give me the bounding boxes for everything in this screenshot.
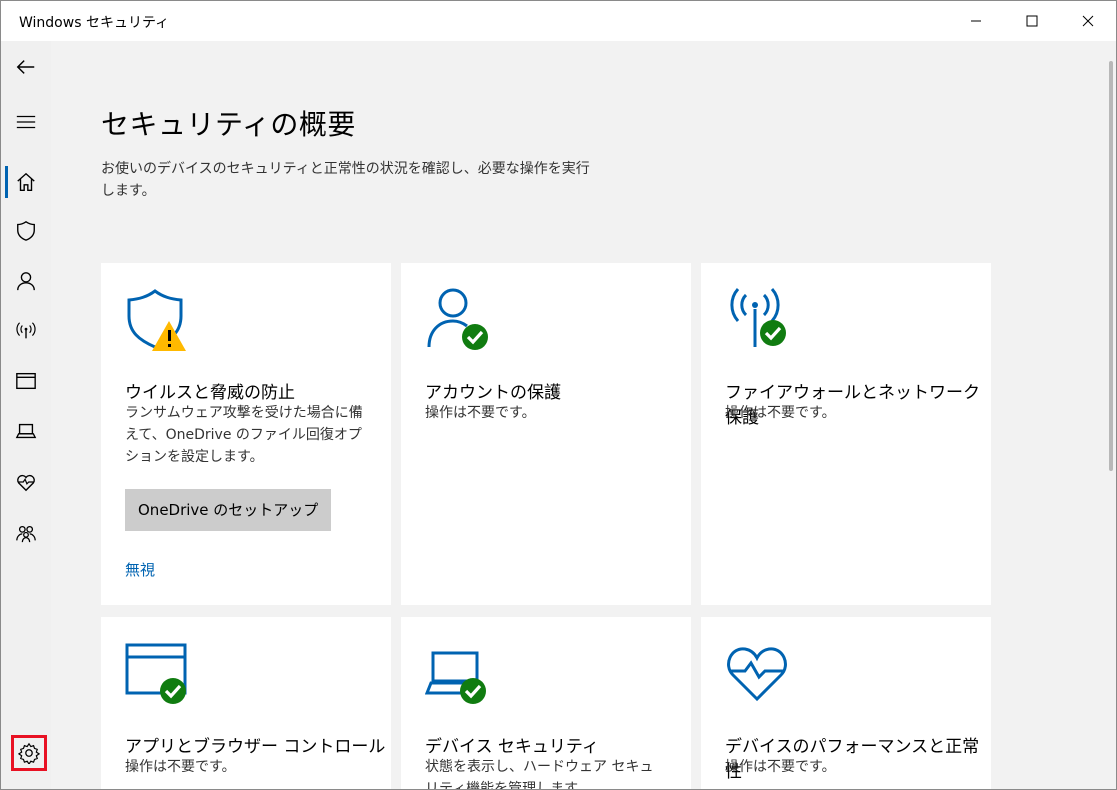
tile-app-browser[interactable]: アプリとブラウザー コントロール 操作は不要です。: [101, 617, 391, 789]
tile-title: アカウントの保護: [425, 383, 561, 403]
home-icon: [17, 172, 35, 191]
title-bar: Windows セキュリティ: [1, 1, 1116, 41]
main-content: セキュリティの概要 お使いのデバイスのセキュリティと正常性の状況を確認し、必要な…: [51, 41, 1106, 789]
settings-button[interactable]: [11, 735, 47, 771]
maximize-button[interactable]: [1004, 1, 1060, 41]
tile-device-security[interactable]: デバイス セキュリティ 状態を表示し、ハードウェア セキュリティ機能を管理します…: [401, 617, 691, 789]
back-icon: [16, 60, 35, 74]
tile-device-health[interactable]: デバイスのパフォーマンスと正常性 操作は不要です。: [701, 617, 991, 789]
minimize-icon: [971, 20, 981, 22]
nav-app-browser[interactable]: [8, 363, 44, 399]
tile-text: 操作は不要です。: [125, 759, 236, 775]
nav-device-health[interactable]: [8, 464, 44, 500]
tile-text: 操作は不要です。: [725, 759, 836, 775]
family-icon: [16, 525, 36, 543]
shield-icon: [17, 221, 35, 241]
tile-title: デバイス セキュリティ: [425, 737, 599, 757]
page-title: セキュリティの概要: [101, 108, 356, 141]
window-title: Windows セキュリティ: [19, 15, 170, 31]
laptop-icon: [15, 423, 37, 439]
tile-text: 状態を表示し、ハードウェア セキュリティ機能を管理します。: [425, 759, 654, 789]
close-button[interactable]: [1060, 1, 1116, 41]
nav-family-options[interactable]: [8, 515, 44, 551]
tile-text: ランサムウェア攻撃を受けた場合に備えて、OneDrive のファイル回復オプショ…: [125, 405, 363, 465]
page-description: お使いのデバイスのセキュリティと正常性の状況を確認し、必要な操作を実行します。: [101, 161, 590, 199]
close-icon: [1082, 15, 1094, 27]
app-browser-check-icon: [125, 643, 187, 704]
shield-warning-icon: [127, 289, 186, 351]
account-check-icon: [427, 288, 488, 350]
scrollbar-thumb[interactable]: [1109, 61, 1113, 471]
gear-icon: [18, 742, 40, 764]
sidebar: [1, 41, 51, 789]
network-icon: [16, 322, 36, 339]
tile-title: アプリとブラウザー コントロール: [125, 737, 386, 757]
laptop-check-icon: [425, 651, 486, 704]
app-window: Windows セキュリティ セキュリティの概要 お使いのデバイスのセキュリティ…: [0, 0, 1117, 790]
tile-text: 操作は不要です。: [425, 405, 536, 421]
nav-firewall[interactable]: [8, 313, 44, 349]
nav-account-protection[interactable]: [8, 263, 44, 299]
minimize-button[interactable]: [948, 1, 1004, 41]
network-check-icon: [730, 288, 786, 347]
account-icon: [17, 272, 35, 291]
vertical-scrollbar[interactable]: [1106, 41, 1116, 789]
app-browser-icon: [16, 372, 36, 390]
heart-pulse-icon: [727, 647, 787, 702]
tile-title: ウイルスと脅威の防止: [125, 383, 295, 403]
menu-icon: [16, 115, 36, 129]
tile-firewall[interactable]: ファイアウォールとネットワーク保護 操作は不要です。: [701, 263, 991, 605]
tile-text: 操作は不要です。: [725, 405, 836, 421]
nav-home[interactable]: [8, 164, 44, 200]
maximize-icon: [1026, 15, 1038, 27]
tile-account-protection[interactable]: アカウントの保護 操作は不要です。: [401, 263, 691, 605]
dismiss-link[interactable]: 無視: [125, 559, 155, 580]
heart-icon: [17, 474, 35, 492]
nav-virus-protection[interactable]: [8, 213, 44, 249]
tile-virus-protection[interactable]: ウイルスと脅威の防止 ランサムウェア攻撃を受けた場合に備えて、OneDrive …: [101, 263, 391, 605]
nav-device-security[interactable]: [8, 413, 44, 449]
menu-button[interactable]: [8, 104, 44, 140]
onedrive-setup-button[interactable]: OneDrive のセットアップ: [125, 489, 332, 531]
back-button[interactable]: [8, 49, 44, 85]
